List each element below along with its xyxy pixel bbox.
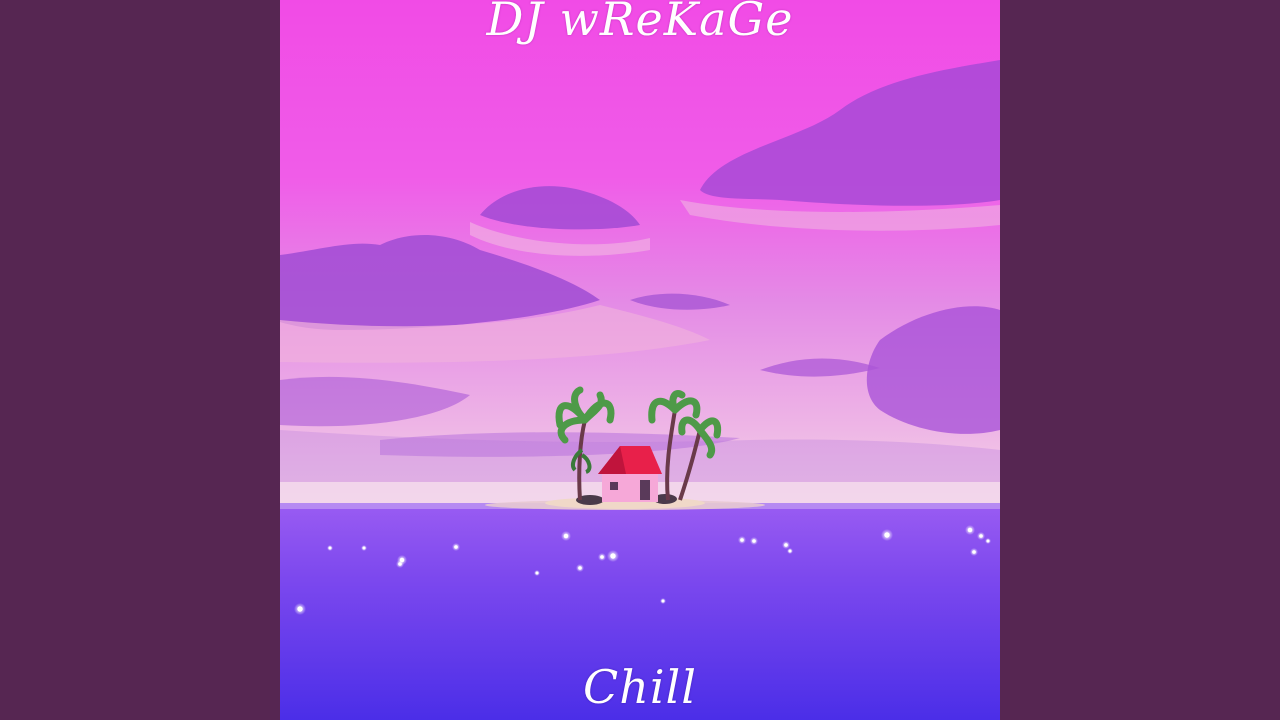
- water-sparkle-core: [297, 606, 303, 612]
- water-sparkle-core: [967, 527, 973, 533]
- water-sparkle-core: [884, 532, 890, 538]
- water-sparkle-core: [784, 543, 788, 547]
- water-sparkle-core: [454, 545, 458, 549]
- water-sparkle-core: [979, 534, 983, 538]
- water-sparkle-core: [328, 546, 332, 550]
- album-art-scene: [280, 0, 1000, 720]
- water-sparkle-core: [661, 599, 665, 603]
- album-title: Chill: [583, 660, 697, 714]
- album-cover: DJ wReKaGe Chill: [280, 0, 1000, 720]
- water-sparkle-core: [578, 566, 582, 570]
- water-sparkle-core: [563, 533, 569, 539]
- water-sparkle-core: [398, 562, 402, 566]
- letterbox-right: [1000, 0, 1280, 720]
- letterbox-left: [0, 0, 280, 720]
- water-sparkle-core: [740, 538, 744, 542]
- water-sparkle-core: [535, 571, 539, 575]
- water-sparkle-core: [986, 539, 990, 543]
- water-sparkle-core: [362, 546, 366, 550]
- video-frame: DJ wReKaGe Chill: [0, 0, 1280, 720]
- water-sparkle-core: [972, 550, 976, 554]
- water-sparkle-core: [752, 539, 756, 543]
- water-sparkle-core: [610, 553, 616, 559]
- water-sparkle-core: [600, 555, 604, 559]
- water-sparkle-core: [788, 549, 792, 553]
- artist-name: DJ wReKaGe: [486, 0, 794, 46]
